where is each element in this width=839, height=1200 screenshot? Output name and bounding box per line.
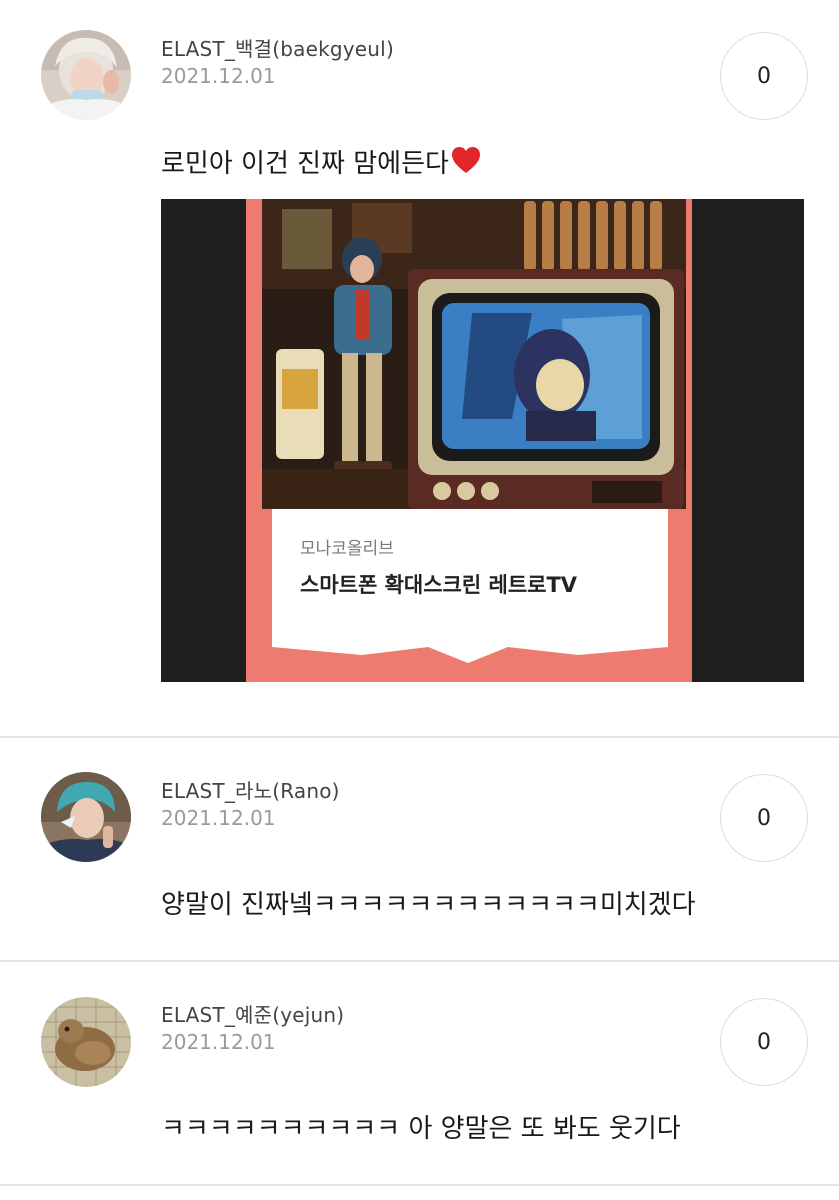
comment-1: ELAST_백결(baekgyeul) 2021.12.01 0 로민아 이건 … [0,0,839,736]
product-title: 스마트폰 확대스크린 레트로TV [300,573,578,597]
product-card: 모나코올리브 스마트폰 확대스크린 레트로TV [246,199,692,682]
avatar-photo [41,772,131,862]
comment-text: ㅋㅋㅋㅋㅋㅋㅋㅋㅋㅋ 아 양말은 또 봐도 웃기다 [161,1114,681,1144]
product-photo [262,199,686,509]
like-button[interactable]: 0 [720,774,808,862]
heart-icon [451,146,481,181]
card-notch-shape [272,633,668,663]
comment-date: 2021.12.01 [161,1030,276,1054]
username[interactable]: ELAST_백결(baekgyeul) [161,33,394,62]
avatar[interactable] [41,772,131,862]
comment-text: 양말이 진짜넼ㅋㅋㅋㅋㅋㅋㅋㅋㅋㅋㅋㅋ미치겠다 [161,890,696,920]
avatar-photo [41,997,131,1087]
like-button[interactable]: 0 [720,998,808,1086]
product-brand: 모나코올리브 [300,539,394,559]
comment-divider [0,1184,839,1186]
comment-3: ELAST_예준(yejun) 2021.12.01 0 ㅋㅋㅋㅋㅋㅋㅋㅋㅋㅋ … [0,962,839,1184]
username[interactable]: ELAST_라노(Rano) [161,775,340,804]
comment-date: 2021.12.01 [161,64,276,88]
comment-date: 2021.12.01 [161,806,276,830]
like-button[interactable]: 0 [720,32,808,120]
username[interactable]: ELAST_예준(yejun) [161,999,344,1028]
like-count: 0 [757,63,771,89]
avatar-photo [41,30,131,120]
attached-image[interactable]: 모나코올리브 스마트폰 확대스크린 레트로TV [161,199,804,682]
comment-text-content: 로민아 이건 진짜 맘에든다 [161,149,449,179]
avatar[interactable] [41,997,131,1087]
comment-2: ELAST_라노(Rano) 2021.12.01 0 양말이 진짜넼ㅋㅋㅋㅋㅋ… [0,738,839,960]
avatar[interactable] [41,30,131,120]
like-count: 0 [757,805,771,831]
like-count: 0 [757,1029,771,1055]
comment-text: 로민아 이건 진짜 맘에든다 [161,143,481,181]
